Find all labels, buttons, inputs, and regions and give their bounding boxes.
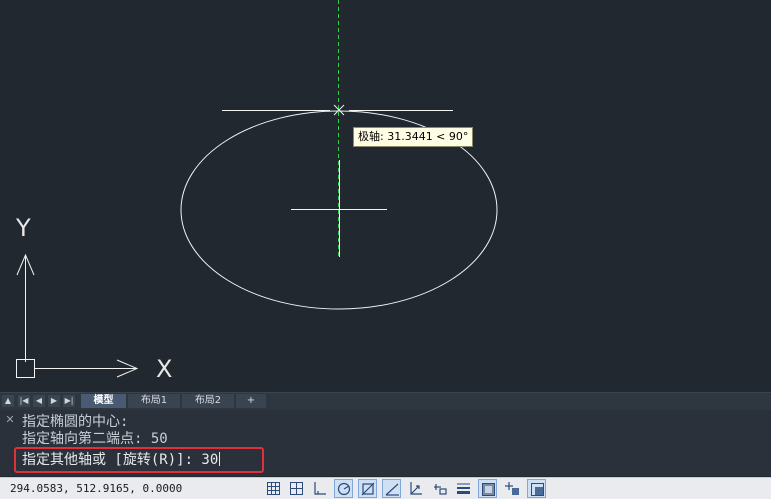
otrack-icon[interactable] [382, 479, 401, 498]
last-icon[interactable]: ▶| [63, 395, 75, 407]
status-bar: 294.0583, 512.9165, 0.0000 [0, 477, 771, 499]
tab-model[interactable]: 模型 [81, 394, 126, 408]
text-caret [219, 452, 221, 466]
transparency-icon[interactable] [478, 479, 497, 498]
tab-add[interactable]: + [236, 394, 266, 408]
ortho-icon[interactable] [310, 479, 329, 498]
selection-cycling-icon[interactable] [503, 479, 522, 498]
layout-tab-bar: ▲ |◀ ◀ ▶ ▶| 模型 布局1 布局2 + [0, 392, 771, 410]
annotation-monitor-icon[interactable] [527, 479, 546, 498]
grid-icon[interactable] [264, 479, 283, 498]
tab-layout2[interactable]: 布局2 [182, 394, 234, 408]
ucs-x-label: X [156, 355, 173, 383]
snap-icon[interactable] [287, 479, 306, 498]
command-history-line: 指定椭圆的中心: [22, 414, 129, 430]
previous-icon[interactable]: ◀ [33, 395, 45, 407]
ucs-y-label: Y [16, 214, 31, 242]
close-icon[interactable]: ✕ [3, 413, 17, 427]
first-icon[interactable]: |◀ [18, 395, 30, 407]
ucs-icon [16, 253, 139, 378]
dynamic-input-icon[interactable] [430, 479, 449, 498]
osnap-icon[interactable] [358, 479, 377, 498]
drawing-canvas[interactable]: Y X 极轴: 31.3441 < 90° [0, 0, 771, 392]
lineweight-icon[interactable] [454, 479, 473, 498]
polar-tooltip: 极轴: 31.3441 < 90° [353, 127, 474, 147]
tab-layout1[interactable]: 布局1 [128, 394, 180, 408]
drawing-svg [16, 0, 498, 378]
dynamic-ucs-icon[interactable] [406, 479, 425, 498]
tab-menu-icon[interactable]: ▲ [2, 395, 14, 407]
command-history-line: 指定轴向第二端点: 50 [22, 431, 168, 447]
coordinates-readout: 294.0583, 512.9165, 0.0000 [10, 482, 183, 495]
command-prompt-text: 指定其他轴或 [旋转(R)]: 30 [22, 452, 219, 468]
command-input-text[interactable]: 指定其他轴或 [旋转(R)]: 30 [22, 452, 221, 468]
polar-icon[interactable] [334, 479, 353, 498]
next-icon[interactable]: ▶ [48, 395, 60, 407]
